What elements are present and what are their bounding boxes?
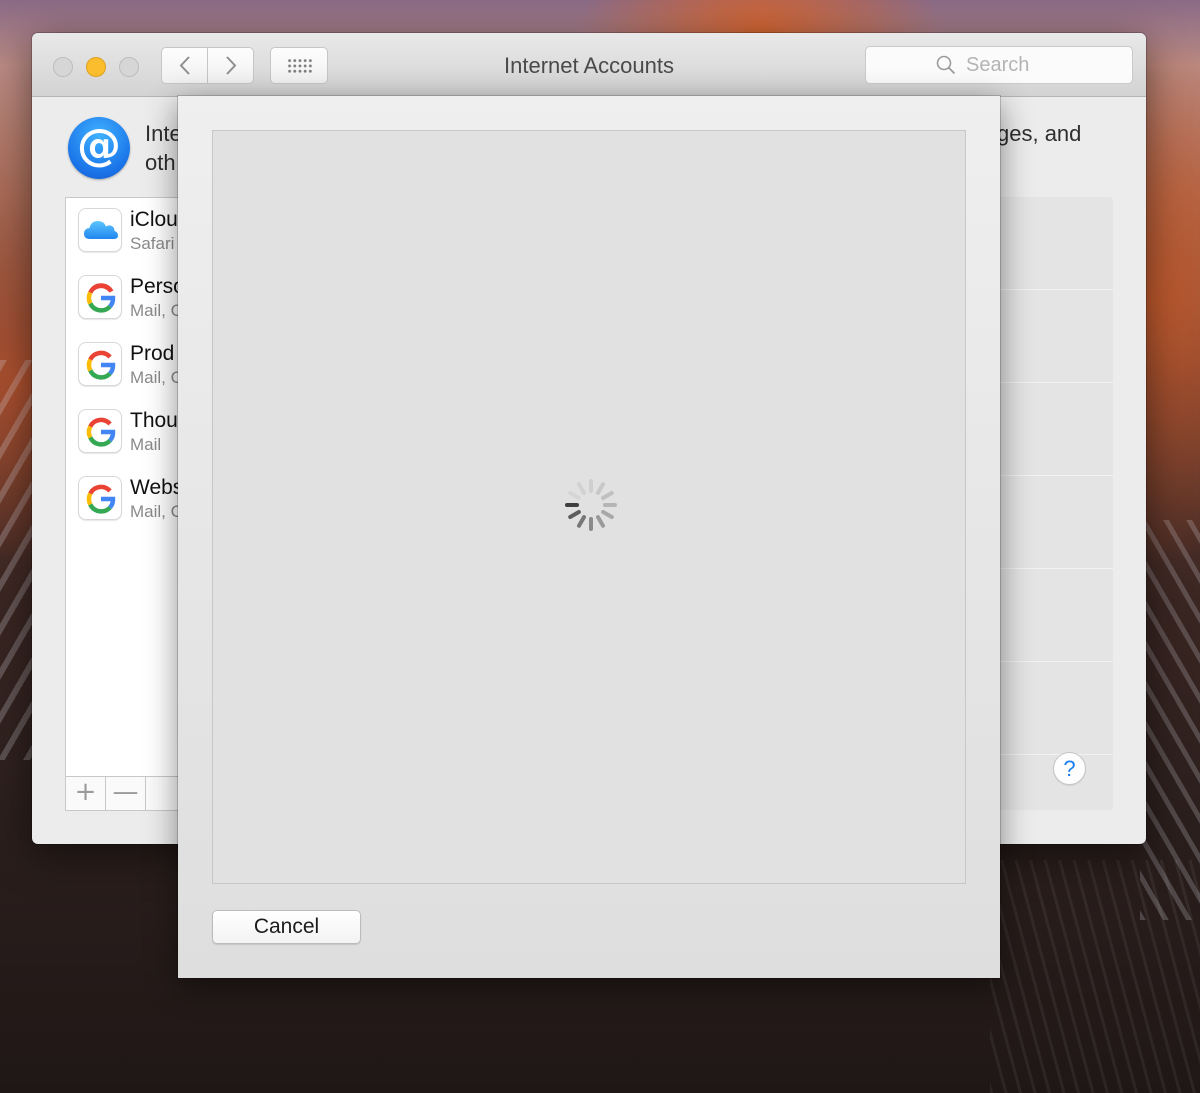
- title-bar: Internet Accounts Search: [32, 33, 1146, 97]
- google-icon: [78, 476, 122, 520]
- remove-account-button[interactable]: —: [106, 777, 146, 810]
- search-placeholder: Search: [966, 54, 1030, 76]
- account-services: Mail: [130, 435, 162, 454]
- description-line-1: Inte: [145, 121, 182, 146]
- google-icon: [78, 275, 122, 319]
- account-services: Mail, C: [130, 368, 183, 387]
- cancel-button[interactable]: Cancel: [212, 910, 361, 944]
- account-name: Thou: [130, 409, 178, 432]
- icloud-icon: [78, 208, 122, 252]
- account-name: Webs: [130, 476, 184, 499]
- divider: [992, 661, 1113, 662]
- description-line-1-end: ges, and: [997, 121, 1082, 146]
- google-icon: [78, 342, 122, 386]
- account-name: Perso: [130, 275, 185, 298]
- account-name: Prod: [130, 342, 175, 365]
- description-line-2: oth: [145, 150, 176, 175]
- divider: [992, 382, 1113, 383]
- help-button[interactable]: ?: [1053, 752, 1086, 785]
- search-icon: [936, 55, 956, 75]
- sign-in-web-view[interactable]: [212, 130, 966, 884]
- google-icon: [78, 409, 122, 453]
- divider: [992, 568, 1113, 569]
- sign-in-sheet: Cancel: [178, 96, 1000, 978]
- account-services: Safari: [130, 234, 175, 253]
- account-services: Mail, C: [130, 301, 183, 320]
- account-services: Mail, C: [130, 502, 183, 521]
- divider: [992, 475, 1113, 476]
- search-field[interactable]: Search: [865, 46, 1133, 84]
- divider: [992, 289, 1113, 290]
- loading-spinner-icon: [565, 479, 617, 531]
- internet-accounts-at-icon: @: [68, 117, 130, 179]
- account-detail-pane: [992, 197, 1113, 810]
- account-name: iClou: [130, 208, 178, 231]
- add-account-button[interactable]: +: [66, 777, 106, 810]
- divider: [992, 754, 1113, 755]
